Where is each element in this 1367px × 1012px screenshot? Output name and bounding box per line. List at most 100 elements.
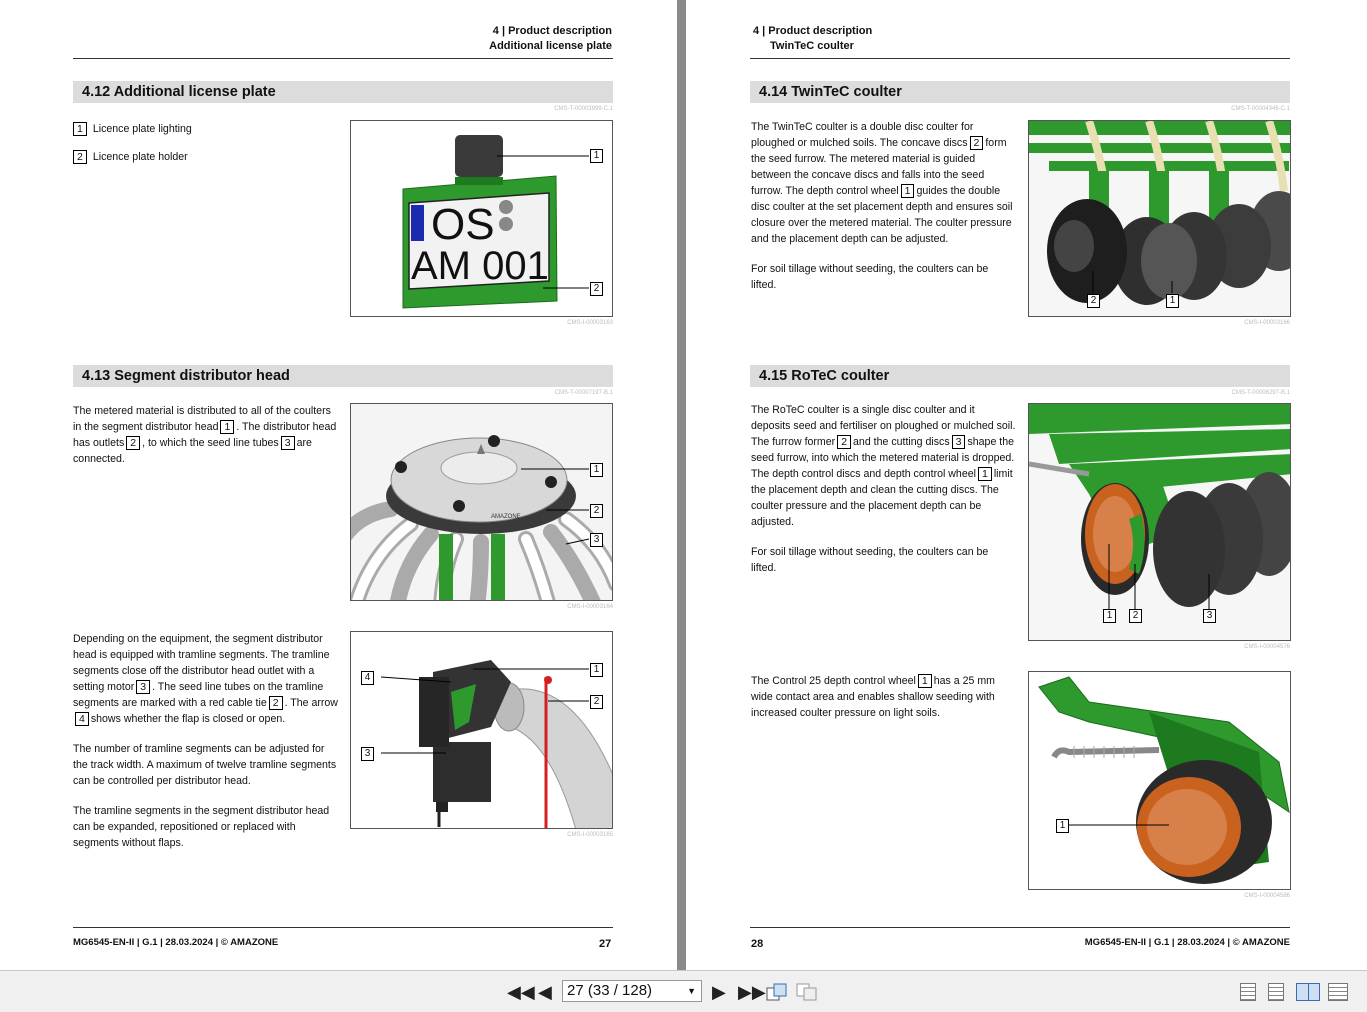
- inline-ref: 2: [837, 435, 852, 449]
- legend-item: 2 Licence plate holder: [73, 150, 188, 164]
- inline-ref: 1: [977, 467, 992, 481]
- cms-code: CMS-I-00003163: [567, 320, 613, 326]
- cms-code: CMS-T-00003999-C.1: [554, 106, 613, 112]
- page-number-select[interactable]: 27 (33 / 128) ▼: [562, 980, 702, 1002]
- running-header: 4 | Product description TwinTeC coulter: [753, 24, 872, 54]
- previous-view-graphic: [766, 983, 787, 1001]
- callout-1: 1: [1056, 819, 1069, 833]
- cms-code: CMS-T-00004346-C.1: [1231, 106, 1290, 112]
- prev-page-icon[interactable]: ◀: [538, 983, 552, 1001]
- callout-1: 1: [590, 663, 603, 677]
- header-section: TwinTeC coulter: [770, 40, 854, 52]
- paragraph-group: The TwinTeC coulter is a double disc cou…: [751, 119, 1016, 307]
- last-page-icon[interactable]: ▶▶: [738, 983, 766, 1001]
- inline-ref: 1: [900, 184, 915, 198]
- header-divider: [73, 58, 613, 59]
- paragraph-group: The RoTeC coulter is a single disc coult…: [751, 402, 1016, 590]
- continuous-view-icon[interactable]: [1268, 983, 1284, 1001]
- two-page-view-icon[interactable]: [1296, 983, 1320, 1001]
- callout-3: 3: [361, 747, 374, 761]
- cms-code: CMS-I-00003166: [1244, 320, 1290, 326]
- section-title-4-14: 4.14 TwinTeC coulter: [750, 81, 1290, 103]
- inline-ref: 3: [951, 435, 966, 449]
- page-number: 27: [599, 938, 612, 950]
- next-view-icon[interactable]: [796, 983, 818, 1004]
- inline-ref: 4: [75, 712, 89, 726]
- inline-ref: 2: [969, 136, 984, 150]
- single-page-view-icon[interactable]: [1240, 983, 1256, 1001]
- next-page-icon[interactable]: ▶: [712, 983, 726, 1001]
- header-chapter: 4 | Product description: [753, 25, 873, 37]
- footer-divider: [73, 927, 613, 928]
- page-indicator-text: 27 (33 / 128): [567, 982, 653, 999]
- text: shows whether the flap is closed or open…: [90, 713, 286, 725]
- plate-text-line2: AM 001: [411, 244, 549, 288]
- left-page: 4 | Product description Additional licen…: [0, 0, 677, 970]
- paragraph: For soil tillage without seeding, the co…: [751, 546, 989, 574]
- license-plate-illustration: OS AM 001: [402, 135, 589, 309]
- cms-code: CMS-I-00004586: [1244, 893, 1290, 899]
- legend-item: 1 Licence plate lighting: [73, 122, 192, 136]
- header-section: Additional license plate: [489, 40, 612, 52]
- inline-ref: 2: [268, 696, 283, 710]
- right-page: 4 | Product description TwinTeC coulter …: [686, 0, 1367, 970]
- footer-divider: [750, 927, 1290, 928]
- rotec-coulter-illustration: [1029, 404, 1290, 640]
- header-chapter: 4 | Product description: [492, 25, 612, 37]
- text: . The arrow: [284, 697, 338, 709]
- cms-code: CMS-I-00003164: [567, 604, 613, 610]
- inline-ref: 3: [136, 680, 151, 694]
- paragraph: For soil tillage without seeding, the co…: [751, 263, 989, 291]
- callout-4: 4: [361, 671, 374, 685]
- twintec-coulter-illustration: [1029, 121, 1290, 316]
- callout-1: 1: [590, 149, 603, 163]
- plate-text-line1: OS: [431, 200, 495, 249]
- cms-code: CMS-T-00007197-B.1: [554, 390, 613, 396]
- chevron-down-icon: ▼: [687, 986, 696, 996]
- inline-ref: 2: [126, 436, 141, 450]
- section-title-4-13: 4.13 Segment distributor head: [73, 365, 613, 387]
- tramline-segment-figure: 1 2 3 4: [350, 631, 613, 829]
- page-number: 28: [751, 938, 764, 950]
- twintec-coulter-figure: 2 1: [1028, 120, 1291, 317]
- text: and the cutting discs: [853, 436, 950, 448]
- paragraph: The number of tramline segments can be a…: [73, 743, 337, 787]
- cms-code: CMS-I-00003165: [567, 832, 613, 838]
- header-divider: [750, 58, 1290, 59]
- page-footer: MG6545-EN-II | G.1 | 28.03.2024 | © AMAZ…: [1084, 937, 1290, 948]
- inline-ref: 1: [917, 674, 932, 688]
- callout-2: 2: [590, 282, 603, 296]
- text: , to which the seed line tubes: [142, 437, 279, 449]
- callout-3: 3: [590, 533, 603, 547]
- callout-2: 2: [1129, 609, 1142, 623]
- rotec-coulter-figure: 1 2 3: [1028, 403, 1291, 641]
- legend-number: 2: [73, 150, 87, 164]
- cms-code: CMS-T-00006297-B.1: [1231, 390, 1290, 396]
- running-header: 4 | Product description Additional licen…: [489, 24, 612, 54]
- callout-1: 1: [1103, 609, 1116, 623]
- callout-1: 1: [590, 463, 603, 477]
- first-page-icon[interactable]: ◀◀: [507, 983, 535, 1001]
- callout-2: 2: [590, 504, 603, 518]
- text: The TwinTeC coulter is a double disc cou…: [751, 121, 974, 149]
- paragraph: The TwinTeC coulter is a double disc cou…: [751, 119, 1016, 247]
- tramline-segment-illustration: [380, 660, 612, 828]
- license-plate-figure: OS AM 001 1 2: [350, 120, 613, 317]
- legend-label: Licence plate lighting: [92, 123, 192, 135]
- paragraph: The RoTeC coulter is a single disc coult…: [751, 402, 1016, 530]
- page-footer: MG6545-EN-II | G.1 | 28.03.2024 | © AMAZ…: [73, 937, 279, 948]
- text: The Control 25 depth control wheel: [751, 675, 916, 687]
- distributor-head-figure: AMAZONE 1 2 3: [350, 403, 613, 601]
- inline-ref: 3: [280, 436, 295, 450]
- paragraph: Depending on the equipment, the segment …: [73, 631, 341, 727]
- paragraph-group: Depending on the equipment, the segment …: [73, 631, 341, 865]
- section-title-4-15: 4.15 RoTeC coulter: [750, 365, 1290, 387]
- distributor-head-illustration: AMAZONE: [351, 404, 612, 600]
- previous-view-icon[interactable]: [766, 983, 788, 1004]
- cms-code: CMS-I-00004576: [1244, 644, 1290, 650]
- section-title-4-12: 4.12 Additional license plate: [73, 81, 613, 103]
- two-page-continuous-view-icon[interactable]: [1328, 983, 1348, 1001]
- paragraph: The Control 25 depth control wheel 1 has a…: [751, 673, 1016, 721]
- inline-ref: 1: [220, 420, 235, 434]
- paragraph: The tramline segments in the segment dis…: [73, 805, 330, 849]
